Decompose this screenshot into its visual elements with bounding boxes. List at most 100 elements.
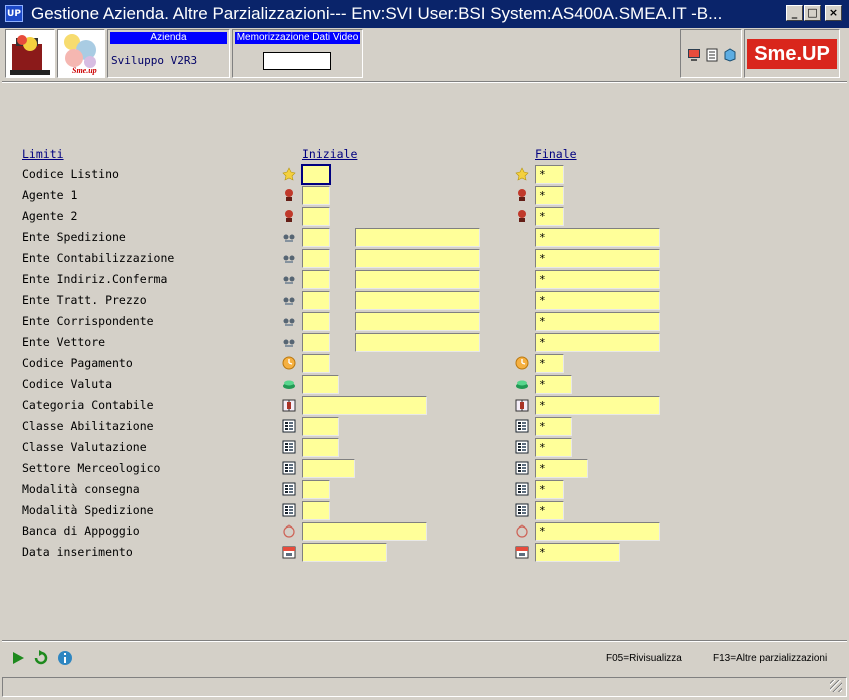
final-input-categoria-contabile[interactable]: * xyxy=(535,396,660,415)
initial-input-ente-corrispondente[interactable] xyxy=(302,312,330,331)
final-input-ente-vettore[interactable]: * xyxy=(535,333,660,352)
final-input-agente-2[interactable]: * xyxy=(535,207,564,226)
initial-input-modalit-consegna[interactable] xyxy=(302,480,330,499)
final-input-codice-listino[interactable]: * xyxy=(535,165,564,184)
initial-input-classe-valutazione[interactable] xyxy=(302,438,339,457)
cube-icon[interactable] xyxy=(723,48,737,62)
clock-icon[interactable] xyxy=(282,356,296,370)
maximize-button[interactable]: □ xyxy=(804,5,821,21)
app-icon[interactable]: UP xyxy=(5,5,23,22)
initial-input-codice-listino[interactable] xyxy=(301,164,331,185)
initial-input-ente-indiriz-conferma[interactable] xyxy=(302,270,330,289)
info-icon[interactable] xyxy=(57,650,73,666)
initial-input-modalit-spedizione[interactable] xyxy=(302,501,330,520)
cabinet-icon[interactable] xyxy=(282,398,296,412)
star-icon[interactable] xyxy=(282,167,296,181)
final-input-ente-corrispondente[interactable]: * xyxy=(535,312,660,331)
table-icon[interactable] xyxy=(282,482,296,496)
final-input-modalit-spedizione[interactable]: * xyxy=(535,501,564,520)
app-logo-button[interactable] xyxy=(5,29,55,78)
bank-icon[interactable] xyxy=(282,524,296,538)
table-icon[interactable] xyxy=(282,461,296,475)
initial-desc-ente-corrispondente[interactable] xyxy=(355,312,480,331)
initial-input-categoria-contabile[interactable] xyxy=(302,396,427,415)
final-input-ente-indiriz-conferma[interactable]: * xyxy=(535,270,660,289)
table-icon[interactable] xyxy=(515,419,529,433)
table-icon[interactable] xyxy=(515,461,529,475)
smeup-brand[interactable]: Sme.UP xyxy=(744,29,840,78)
entity-icon[interactable] xyxy=(282,251,296,265)
close-button[interactable]: × xyxy=(825,5,842,21)
money-icon[interactable] xyxy=(282,377,296,391)
final-input-ente-tratt-prezzo[interactable]: * xyxy=(535,291,660,310)
document-list-icon[interactable] xyxy=(705,48,719,62)
entity-icon[interactable] xyxy=(282,335,296,349)
resize-grip[interactable] xyxy=(830,680,842,692)
play-icon[interactable] xyxy=(10,650,26,666)
agent-icon[interactable] xyxy=(282,209,296,223)
final-input-ente-spedizione[interactable]: * xyxy=(535,228,660,247)
monitor-icon[interactable] xyxy=(687,48,701,62)
initial-input-agente-2[interactable] xyxy=(302,207,330,226)
f05-rivisualizza[interactable]: F05=Rivisualizza xyxy=(606,653,682,664)
initial-desc-ente-spedizione[interactable] xyxy=(355,228,480,247)
final-input-modalit-consegna[interactable]: * xyxy=(535,480,564,499)
initial-input-classe-abilitazione[interactable] xyxy=(302,417,339,436)
final-input-codice-valuta[interactable]: * xyxy=(535,375,572,394)
logo2-caption: Sme.up xyxy=(72,66,97,75)
final-input-ente-contabilizzazione[interactable]: * xyxy=(535,249,660,268)
field-label-modalit-consegna: Modalità consegna xyxy=(22,482,140,496)
initial-input-ente-contabilizzazione[interactable] xyxy=(302,249,330,268)
refresh-icon[interactable] xyxy=(33,650,49,666)
final-input-settore-merceologico[interactable]: * xyxy=(535,459,588,478)
entity-icon[interactable] xyxy=(282,293,296,307)
agent-icon[interactable] xyxy=(515,188,529,202)
agent-icon[interactable] xyxy=(515,209,529,223)
initial-input-codice-pagamento[interactable] xyxy=(302,354,330,373)
calendar-icon[interactable] xyxy=(282,545,296,559)
table-icon[interactable] xyxy=(515,440,529,454)
initial-input-agente-1[interactable] xyxy=(302,186,330,205)
initial-input-settore-merceologico[interactable] xyxy=(302,459,355,478)
field-label-settore-merceologico: Settore Merceologico xyxy=(22,461,161,475)
final-input-codice-pagamento[interactable]: * xyxy=(535,354,564,373)
initial-input-ente-spedizione[interactable] xyxy=(302,228,330,247)
money-icon[interactable] xyxy=(515,377,529,391)
initial-desc-ente-vettore[interactable] xyxy=(355,333,480,352)
entity-icon[interactable] xyxy=(282,272,296,286)
table-icon[interactable] xyxy=(515,482,529,496)
final-input-classe-abilitazione[interactable]: * xyxy=(535,417,572,436)
final-input-data-inserimento[interactable]: * xyxy=(535,543,620,562)
initial-input-codice-valuta[interactable] xyxy=(302,375,339,394)
memo-input[interactable] xyxy=(263,52,331,70)
calendar-icon[interactable] xyxy=(515,545,529,559)
clock-icon[interactable] xyxy=(515,356,529,370)
initial-input-ente-vettore[interactable] xyxy=(302,333,330,352)
bank-icon[interactable] xyxy=(515,524,529,538)
agent-icon[interactable] xyxy=(282,188,296,202)
smeup-logo-button[interactable]: Sme.up xyxy=(57,29,105,78)
f13-altre-parzializzazioni[interactable]: F13=Altre parzializzazioni xyxy=(713,653,827,664)
initial-desc-ente-contabilizzazione[interactable] xyxy=(355,249,480,268)
final-input-agente-1[interactable]: * xyxy=(535,186,564,205)
star-icon[interactable] xyxy=(515,167,529,181)
initial-desc-ente-indiriz-conferma[interactable] xyxy=(355,270,480,289)
header-iniziale: Iniziale xyxy=(302,147,358,161)
final-input-classe-valutazione[interactable]: * xyxy=(535,438,572,457)
minimize-button[interactable]: _ xyxy=(786,5,803,21)
initial-input-ente-tratt-prezzo[interactable] xyxy=(302,291,330,310)
table-icon[interactable] xyxy=(282,440,296,454)
field-label-ente-vettore: Ente Vettore xyxy=(22,335,106,349)
cabinet-icon[interactable] xyxy=(515,398,529,412)
table-icon[interactable] xyxy=(282,503,296,517)
table-icon[interactable] xyxy=(515,503,529,517)
entity-icon[interactable] xyxy=(282,230,296,244)
entity-icon[interactable] xyxy=(282,314,296,328)
initial-desc-ente-tratt-prezzo[interactable] xyxy=(355,291,480,310)
field-label-agente-2: Agente 2 xyxy=(22,209,78,223)
final-input-banca-di-appoggio[interactable]: * xyxy=(535,522,660,541)
table-icon[interactable] xyxy=(282,419,296,433)
azienda-header: Azienda xyxy=(110,32,227,44)
initial-input-data-inserimento[interactable] xyxy=(302,543,387,562)
initial-input-banca-di-appoggio[interactable] xyxy=(302,522,427,541)
